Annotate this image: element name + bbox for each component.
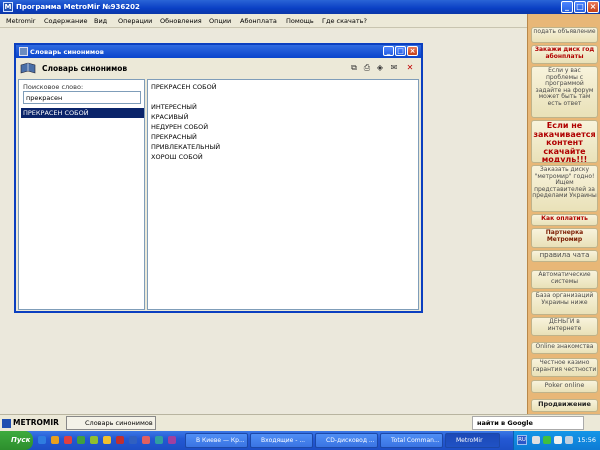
app-title: Программа MetroMir №936202 (16, 3, 140, 11)
ad-dating[interactable]: Online знакомства (531, 342, 598, 354)
synonym-item: КРАСИВЫЙ (151, 113, 189, 121)
copy-icon[interactable]: ⧉ (349, 63, 359, 73)
ad-chat-rules[interactable]: правила чата (531, 250, 598, 262)
search-pane: Поисковое слово: ПРЕКРАСЕН СОБОЙ (18, 79, 145, 310)
app-title-bar[interactable]: M Программа MetroMir №936202 _ □ × (0, 0, 600, 14)
close-button[interactable]: × (587, 1, 599, 13)
ad-poker[interactable]: Poker online (531, 380, 598, 393)
menu-help[interactable]: Помощь (286, 17, 314, 25)
synonym-item: ИНТЕРЕСНЫЙ (151, 103, 197, 111)
app-icon-4[interactable] (116, 436, 124, 444)
app-icon-7[interactable] (155, 436, 163, 444)
task-cd-drive[interactable]: CD-дисковод ... (315, 433, 378, 448)
search-label: Поисковое слово: (23, 83, 84, 91)
folder-icon[interactable] (51, 436, 59, 444)
ad-promotion[interactable]: Продвижение (531, 399, 598, 412)
google-search-box[interactable]: найти в Google (472, 416, 584, 430)
ad-post-ad[interactable]: подать объявление (531, 27, 598, 43)
synonym-item: ПРЕКРАСНЫЙ (151, 133, 197, 141)
result-list: ПРЕКРАСЕН СОБОЙ (21, 108, 144, 118)
bookmark-icon[interactable]: ◈ (375, 63, 385, 73)
task-total-commander[interactable]: Total Comman... (380, 433, 443, 448)
menu-operations[interactable]: Операции (118, 17, 152, 25)
tray-icon-3[interactable] (554, 436, 562, 444)
synonyms-dialog: Словарь синонимов _ □ × Словарь синонимо… (14, 43, 423, 313)
menubar: Metromir Содержание Вид Операции Обновле… (0, 14, 600, 28)
metromir-logo-text: METROMIR (13, 418, 59, 427)
metromir-icon (2, 418, 11, 428)
dialog-title: Словарь синонимов (30, 48, 104, 56)
minimize-button[interactable]: _ (561, 1, 573, 13)
ad-order-disc[interactable]: Закажи диск год абонплаты (531, 45, 598, 64)
media-icon[interactable] (64, 436, 72, 444)
menu-view[interactable]: Вид (94, 17, 107, 25)
dialog-close-button[interactable]: × (407, 46, 418, 56)
window-tab-synonyms[interactable]: Словарь синонимов (66, 416, 156, 430)
ie-icon[interactable] (38, 436, 46, 444)
synonym-item: ПРИВЛЕКАТЕЛЬНЫЙ (151, 143, 221, 151)
ad-forum[interactable]: Если у вас проблемы с программой задайте… (531, 66, 598, 118)
ad-download-module[interactable]: Если не закачивается контент скачайте мо… (531, 120, 598, 163)
task-metromir[interactable]: MetroMir (445, 433, 500, 448)
ad-casino[interactable]: Честное казино гарантия честности (531, 358, 598, 377)
taskbar: Пуск В Киеве — Кр... Входящие - ... CD-д… (0, 431, 600, 450)
maximize-button[interactable]: □ (574, 1, 586, 13)
synonyms-pane: ПРЕКРАСЕН СОБОЙ ИНТЕРЕСНЫЙ КРАСИВЫЙ НЕДУ… (147, 79, 419, 310)
task-inbox[interactable]: Входящие - ... (250, 433, 313, 448)
app-icon-6[interactable] (142, 436, 150, 444)
dialog-minimize-button[interactable]: _ (383, 46, 394, 56)
ad-auto-systems[interactable]: Автоматические системы (531, 270, 598, 289)
menu-metromir[interactable]: Metromir (6, 17, 35, 25)
dialog-header: Словарь синонимов ⧉ ⎙ ◈ ✉ ✕ (16, 58, 421, 78)
task-firefox[interactable]: В Киеве — Кр... (185, 433, 248, 448)
app-icon-3[interactable] (103, 436, 111, 444)
menu-contents[interactable]: Содержание (44, 17, 87, 25)
menu-where-download[interactable]: Где скачать? (322, 17, 367, 25)
start-button[interactable]: Пуск (0, 431, 33, 450)
metromir-logo: METROMIR (2, 418, 59, 428)
clock: 15:56 (577, 436, 596, 444)
ad-money-online[interactable]: ДЕНЬГИ в интернете (531, 317, 598, 336)
tray-icon-4[interactable] (565, 436, 573, 444)
dialog-heading: Словарь синонимов (42, 64, 128, 73)
search-input[interactable] (23, 91, 141, 104)
ad-organizations[interactable]: База организаций Украины ниже (531, 291, 598, 315)
mail-icon[interactable]: ✉ (389, 63, 399, 73)
list-item[interactable]: ПРЕКРАСЕН СОБОЙ (21, 108, 144, 118)
app-icon-8[interactable] (168, 436, 176, 444)
language-indicator[interactable]: RU (517, 435, 527, 445)
system-tray: RU 15:56 (513, 431, 600, 450)
menu-options[interactable]: Опции (209, 17, 231, 25)
synonym-list: ИНТЕРЕСНЫЙ КРАСИВЫЙ НЕДУРЕН СОБОЙ ПРЕКРА… (151, 102, 220, 162)
ad-how-to-pay[interactable]: Как оплатить (531, 214, 598, 226)
ads-panel: подать объявление Закажи диск год абонпл… (527, 14, 600, 414)
close-x-icon[interactable]: ✕ (405, 63, 415, 73)
tray-icon-1[interactable] (532, 436, 540, 444)
menu-updates[interactable]: Обновления (160, 17, 202, 25)
app-icon-5[interactable] (129, 436, 137, 444)
dialog-maximize-button[interactable]: □ (395, 46, 406, 56)
tray-icon-2[interactable] (543, 436, 551, 444)
app-icon-2[interactable] (90, 436, 98, 444)
book-icon (20, 62, 36, 74)
synonym-item: ХОРОШ СОБОЙ (151, 153, 203, 161)
menu-subscription[interactable]: Абонплата (240, 17, 277, 25)
headword: ПРЕКРАСЕН СОБОЙ (151, 83, 217, 91)
print-icon[interactable]: ⎙ (362, 63, 372, 73)
synonym-item: НЕДУРЕН СОБОЙ (151, 123, 209, 131)
app-icon: M (3, 2, 13, 12)
dialog-icon (19, 47, 28, 56)
ad-order-disc-reps[interactable]: Заказать диску "метромир" годно! Ищем пр… (531, 165, 598, 212)
app-icon-1[interactable] (77, 436, 85, 444)
dialog-title-bar[interactable]: Словарь синонимов _ □ × (16, 45, 421, 58)
ad-partner[interactable]: Партнерка Метромир (531, 228, 598, 248)
status-bar: METROMIR Словарь синонимов найти в Googl… (0, 414, 600, 431)
